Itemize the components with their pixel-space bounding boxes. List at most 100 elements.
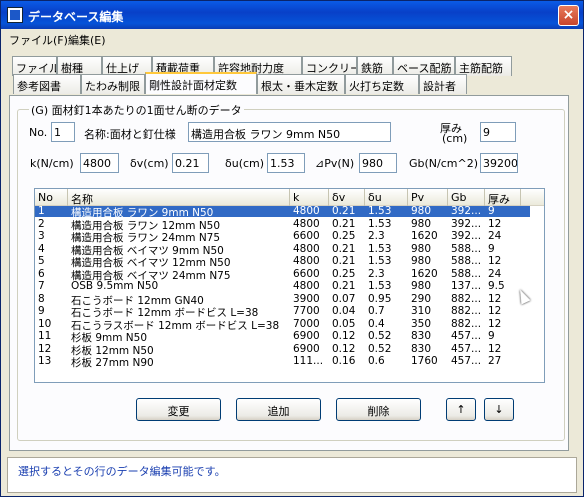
- no-field[interactable]: 1: [51, 122, 75, 142]
- gb-field[interactable]: 39200: [480, 153, 518, 173]
- table-cell: 0.7: [368, 305, 385, 317]
- add-button[interactable]: 追加: [236, 398, 321, 421]
- menu-edit[interactable]: 編集(E): [68, 32, 106, 48]
- move-up-button[interactable]: ↑: [446, 398, 476, 421]
- table-cell: 24: [488, 267, 502, 280]
- table-cell: 6900: [293, 342, 320, 355]
- table-cell: 0.07: [332, 292, 356, 305]
- pv-label: ⊿Pv(N): [315, 157, 355, 170]
- table-cell: 4800: [293, 280, 320, 292]
- col-name[interactable]: 名称: [68, 189, 290, 206]
- table-cell: OSB 9.5mm N50: [71, 280, 159, 292]
- tab-brace[interactable]: 火打ち定数: [345, 74, 419, 94]
- menu-file[interactable]: ファイル(F): [9, 32, 68, 48]
- k-field[interactable]: 4800: [80, 153, 119, 173]
- table-cell: 4: [38, 242, 45, 255]
- tab-file[interactable]: ファイル: [12, 56, 57, 76]
- table-cell: 2: [38, 217, 45, 230]
- table-row[interactable]: 12 杉板 12mm N50 6900 0.12 0.52 830 457... 12: [35, 342, 530, 357]
- table-cell: 12: [38, 342, 52, 355]
- tab-rebar[interactable]: 鉄筋: [357, 56, 393, 76]
- tab-base-rebar[interactable]: ベース配筋: [393, 56, 455, 76]
- title-bar: データベース編集 ×: [1, 1, 583, 29]
- table-cell: 588...: [451, 242, 482, 255]
- table-cell: 1620: [411, 230, 438, 242]
- table-cell: 6600: [293, 267, 320, 280]
- table-cell: 4800: [293, 205, 320, 217]
- table-cell: 0.52: [368, 342, 392, 355]
- table-cell: 1.53: [368, 280, 392, 292]
- table-row[interactable]: 7 OSB 9.5mm N50 4800 0.21 1.53 980 137... 9.5: [35, 280, 530, 292]
- tab-concrete[interactable]: コンクリート: [302, 56, 357, 76]
- table-cell: 457...: [451, 342, 482, 355]
- col-dv[interactable]: δv: [329, 189, 365, 206]
- table-cell: 1.53: [368, 205, 392, 217]
- tab-designer[interactable]: 設計者: [419, 74, 467, 94]
- tab-reference[interactable]: 参考図書: [13, 74, 81, 94]
- table-row[interactable]: 2 構造用合板 ラワン 12mm N50 4800 0.21 1.53 980 392...…: [35, 217, 530, 232]
- col-no[interactable]: No: [35, 189, 68, 206]
- table-cell: 882...: [451, 317, 482, 330]
- col-pv[interactable]: Pv: [408, 189, 448, 206]
- table-cell: 0.52: [368, 330, 392, 342]
- table-cell: 980: [411, 242, 432, 255]
- col-du[interactable]: δu: [365, 189, 408, 206]
- data-table[interactable]: No 名称 k δv δu Pv Gb 厚み 1 構造用合板 ラワン 9mm N5…: [34, 188, 545, 383]
- table-cell: 392...: [451, 217, 482, 230]
- change-button[interactable]: 変更: [136, 398, 221, 421]
- status-text: 選択するとその行のデータ編集可能です。: [7, 457, 577, 493]
- table-cell: 3900: [293, 292, 320, 305]
- table-cell: 457...: [451, 355, 482, 367]
- delete-button[interactable]: 削除: [336, 398, 421, 421]
- table-cell: 4800: [293, 255, 320, 267]
- table-row[interactable]: 8 石こうボード 12mm GN40 3900 0.07 0.95 290 882... 12: [35, 292, 530, 307]
- dv-field[interactable]: 0.21: [172, 153, 209, 173]
- du-label: δu(cm): [225, 157, 265, 170]
- table-cell: 10: [38, 317, 52, 330]
- pv-field[interactable]: 980: [359, 153, 397, 173]
- move-down-button[interactable]: ↓: [484, 398, 514, 421]
- panel-edge: [570, 95, 582, 451]
- tab-deflection[interactable]: たわみ制限: [81, 74, 145, 94]
- table-cell: 5: [38, 255, 45, 267]
- table-cell: 0.95: [368, 292, 392, 305]
- table-row[interactable]: 11 杉板 9mm N50 6900 0.12 0.52 830 457... 9: [35, 330, 530, 344]
- table-row[interactable]: 13 杉板 27mm N90 111... 0.16 0.6 1760 457... 27: [35, 355, 530, 369]
- close-button[interactable]: ×: [558, 5, 579, 26]
- table-cell: 12: [488, 317, 502, 330]
- table-cell: 137...: [451, 280, 482, 292]
- no-label: No.: [29, 126, 48, 139]
- col-k[interactable]: k: [290, 189, 329, 206]
- table-row[interactable]: 3 構造用合板 ラワン 24mm N75 6600 0.25 2.3 1620 392...…: [35, 230, 530, 244]
- table-cell: 830: [411, 330, 432, 342]
- table-row[interactable]: 1 構造用合板 ラワン 9mm N50 4800 0.21 1.53 980 392... 9: [35, 205, 530, 219]
- table-cell: 1.53: [368, 217, 392, 230]
- table-cell: 980: [411, 280, 432, 292]
- thickness-unit-label: (cm): [442, 132, 468, 145]
- table-row[interactable]: 5 構造用合板 ベイマツ 12mm N50 4800 0.21 1.53 980 588..…: [35, 255, 530, 269]
- table-cell: 7000: [293, 317, 320, 330]
- name-label: 名称:面材と釘仕様: [84, 128, 176, 141]
- table-cell: 0.16: [332, 355, 356, 367]
- tab-rigidity[interactable]: 剛性設計面材定数: [145, 72, 257, 94]
- table-row[interactable]: 9 石こうボード 12mm ボードビス L=38 7700 0.04 0.7 310 882…: [35, 305, 530, 319]
- thickness-field[interactable]: 9: [480, 122, 516, 142]
- table-cell: 0.04: [332, 305, 356, 317]
- table-row[interactable]: 6 構造用合板 ベイマツ 24mm N75 6600 0.25 2.3 1620 588..…: [35, 267, 530, 282]
- tab-joist[interactable]: 根太・垂木定数: [257, 74, 345, 94]
- col-thickness[interactable]: 厚み: [485, 189, 521, 206]
- tab-main-rebar[interactable]: 主筋配筋: [455, 56, 512, 76]
- app-icon: [7, 7, 23, 23]
- table-cell: 12: [488, 342, 502, 355]
- name-field[interactable]: 構造用合板 ラワン 9mm N50: [188, 122, 391, 142]
- table-cell: 0.21: [332, 255, 356, 267]
- tab-species[interactable]: 樹種: [57, 56, 102, 76]
- table-row[interactable]: 4 構造用合板 ベイマツ 9mm N50 4800 0.21 1.53 980 588...…: [35, 242, 530, 257]
- table-row[interactable]: 10 石こうラスボード 12mm ボードビス L=38 7000 0.05 0.4 350…: [35, 317, 530, 332]
- table-cell: 980: [411, 217, 432, 230]
- table-cell: 392...: [451, 205, 482, 217]
- menu-bar: ファイル(F) 編集(E): [1, 29, 583, 47]
- du-field[interactable]: 1.53: [267, 153, 305, 173]
- col-gb[interactable]: Gb: [448, 189, 485, 206]
- table-cell: 12: [488, 305, 502, 317]
